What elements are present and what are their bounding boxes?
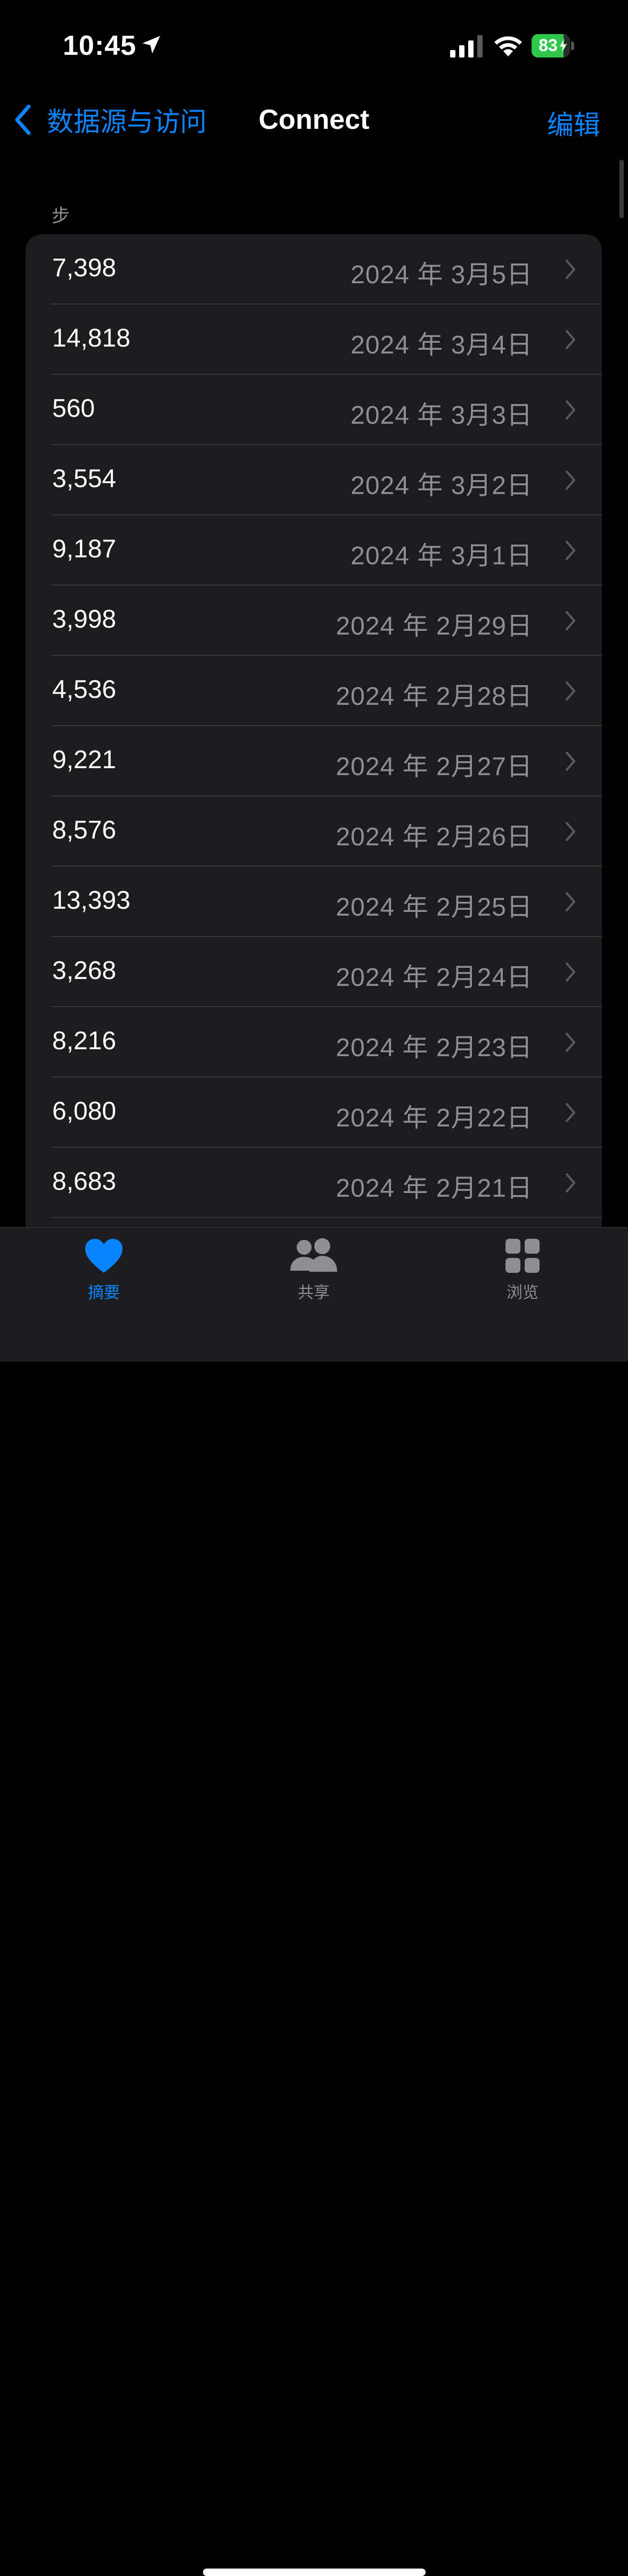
chevron-right-icon: [566, 330, 575, 349]
step-count: 560: [52, 394, 95, 423]
back-button[interactable]: 数据源与访问: [12, 101, 207, 138]
tab-bar: 摘要 共享 浏览: [0, 1227, 628, 2576]
list-item[interactable]: 8,216 2024 年 2月23日: [26, 1007, 602, 1077]
list-item[interactable]: 9,187 2024 年 3月1日: [26, 515, 602, 586]
entry-date: 2024 年 3月2日: [350, 472, 533, 500]
step-count: 3,554: [52, 465, 117, 493]
step-count: 3,268: [52, 957, 117, 985]
chevron-right-icon: [566, 1103, 575, 1122]
list-item[interactable]: 3,554 2024 年 3月2日: [26, 445, 602, 515]
chevron-right-icon: [566, 260, 575, 279]
entry-date: 2024 年 2月21日: [336, 1174, 533, 1203]
tab-sharing[interactable]: 共享: [260, 1238, 367, 1303]
list-item[interactable]: 3,998 2024 年 2月29日: [26, 586, 602, 656]
chevron-right-icon: [566, 611, 575, 630]
entry-date: 2024 年 2月28日: [336, 682, 533, 711]
chevron-right-icon: [566, 822, 575, 841]
entry-date: 2024 年 3月4日: [350, 331, 533, 359]
chevron-right-icon: [566, 1173, 575, 1192]
wifi-icon: [494, 36, 522, 56]
entry-date: 2024 年 2月25日: [336, 893, 533, 921]
entry-date: 2024 年 2月27日: [336, 753, 533, 781]
entry-date: 2024 年 2月23日: [336, 1034, 533, 1062]
chevron-right-icon: [566, 1033, 575, 1052]
step-count: 9,221: [52, 746, 117, 774]
edit-button[interactable]: 编辑: [547, 104, 600, 142]
tab-browse-label: 浏览: [507, 1284, 539, 1302]
step-count: 8,683: [52, 1167, 117, 1196]
back-button-label: 数据源与访问: [47, 107, 207, 137]
step-count: 8,216: [52, 1027, 117, 1055]
entry-date: 2024 年 2月22日: [336, 1104, 533, 1132]
step-count: 8,576: [52, 816, 117, 844]
step-count: 4,536: [52, 676, 117, 704]
cellular-signal-icon: [450, 35, 483, 57]
people-icon: [290, 1238, 337, 1272]
tab-summary-label: 摘要: [88, 1284, 120, 1302]
chevron-right-icon: [566, 962, 575, 982]
page-title: Connect: [258, 104, 370, 135]
entry-date: 2024 年 2月24日: [336, 964, 533, 992]
chevron-right-icon: [566, 471, 575, 490]
tab-browse[interactable]: 浏览: [469, 1238, 576, 1303]
chevron-right-icon: [566, 400, 575, 419]
status-time: 10:45: [63, 30, 136, 61]
entry-date: 2024 年 3月1日: [350, 542, 533, 570]
chevron-right-icon: [566, 541, 575, 560]
list-item[interactable]: 9,221 2024 年 2月27日: [26, 726, 602, 796]
list-item[interactable]: 14,818 2024 年 3月4日: [26, 304, 602, 375]
charging-bolt-icon: [559, 38, 567, 53]
grid-icon: [505, 1239, 540, 1273]
chevron-right-icon: [566, 892, 575, 911]
tab-summary[interactable]: 摘要: [51, 1238, 157, 1303]
home-indicator[interactable]: [203, 2569, 426, 2576]
entry-date: 2024 年 3月5日: [350, 261, 533, 289]
chevron-left-icon: [15, 104, 31, 135]
list-item[interactable]: 4,536 2024 年 2月28日: [26, 656, 602, 726]
status-bar: 10:45 83: [0, 0, 628, 90]
row-divider: [51, 1217, 602, 1218]
entry-date: 2024 年 2月29日: [336, 612, 533, 640]
tab-sharing-label: 共享: [298, 1284, 330, 1302]
step-count: 6,080: [52, 1097, 117, 1125]
entry-date: 2024 年 2月26日: [336, 823, 533, 851]
step-count: 9,187: [52, 535, 117, 563]
section-header: 步: [52, 206, 70, 226]
list-item[interactable]: 8,576 2024 年 2月26日: [26, 796, 602, 867]
step-count: 7,398: [52, 254, 117, 282]
steps-list: 7,398 2024 年 3月5日 14,818 2024 年 3月4日 560 2024…: [26, 234, 602, 1246]
heart-icon: [85, 1239, 123, 1273]
list-item[interactable]: 6,080 2024 年 2月22日: [26, 1077, 602, 1148]
step-count: 3,998: [52, 605, 117, 633]
step-count: 14,818: [52, 324, 131, 352]
list-item[interactable]: 7,398 2024 年 3月5日: [26, 234, 602, 304]
battery-icon: 83: [532, 34, 574, 57]
location-arrow-icon: [142, 36, 160, 54]
step-count: 13,393: [52, 886, 131, 915]
entry-date: 2024 年 3月3日: [350, 401, 533, 430]
list-item[interactable]: 3,268 2024 年 2月24日: [26, 937, 602, 1007]
scroll-indicator[interactable]: [619, 160, 624, 218]
list-item[interactable]: 8,683 2024 年 2月21日: [26, 1148, 602, 1218]
list-item[interactable]: 13,393 2024 年 2月25日: [26, 867, 602, 937]
chevron-right-icon: [566, 681, 575, 701]
chevron-right-icon: [566, 752, 575, 771]
list-item[interactable]: 560 2024 年 3月3日: [26, 375, 602, 445]
